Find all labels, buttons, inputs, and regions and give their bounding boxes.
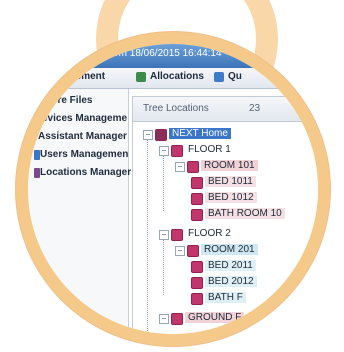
collapse-icon[interactable]: − — [175, 246, 185, 256]
panel-header: Tree Locations 23 — [133, 97, 318, 122]
sidebar-item-files[interactable]: rvre Files — [48, 95, 92, 106]
bed-icon — [191, 261, 203, 273]
room-icon — [187, 161, 199, 173]
magnifier-lens: alarm 18/06/2015 16:44:14 - 1 Management… — [16, 32, 330, 346]
collapse-icon[interactable]: − — [159, 230, 169, 240]
tree-node-label: BED 1011 — [205, 176, 256, 187]
sidebar-item-assistant[interactable]: Assistant Manager — [38, 131, 127, 142]
collapse-icon[interactable]: − — [159, 146, 169, 156]
sidebar-item-label: rvre Files — [48, 95, 93, 106]
locations-count: 23 — [249, 103, 261, 114]
collapse-icon[interactable]: − — [159, 314, 169, 324]
tree-node-label: BED 2011 — [205, 260, 256, 271]
users-icon — [34, 150, 40, 160]
sidebar-item-label: Assistant Manager — [38, 131, 127, 142]
sidebar-item-label: Users Managemen — [40, 149, 129, 160]
tree-node-label: FLOOR 2 — [188, 228, 231, 239]
tree-node-label: BATH F — [205, 292, 246, 303]
bed-icon — [191, 277, 203, 289]
tree-guide-line — [147, 135, 148, 331]
tree-node-label: ROOM 101 — [201, 160, 258, 171]
tree-node-label: ROOM 201 — [201, 244, 258, 255]
tree-node-label: BED 1012 — [205, 192, 257, 203]
sidebar-item-locations[interactable]: Locations Manager — [34, 167, 132, 178]
bed-icon — [191, 193, 203, 205]
sidebar: rvre Files evices Manageme Assistant Man… — [28, 89, 132, 334]
tree-guide-line — [163, 155, 164, 211]
locations-icon — [34, 168, 40, 178]
panel-title: Tree Locations — [143, 103, 209, 114]
tree-locations-panel: Tree Locations 23 − NEXT Home − FLOOR 1 … — [132, 96, 318, 334]
toolbar-management[interactable]: Management — [44, 71, 105, 82]
floor-icon — [171, 313, 183, 325]
bath-icon — [191, 293, 203, 305]
window-titlebar: alarm 18/06/2015 16:44:14 - 1 — [28, 44, 318, 68]
sidebar-item-label: evices Manageme — [42, 113, 128, 124]
sidebar-item-label: Locations Manager — [40, 167, 132, 178]
tree-node-label: NEXT Home — [169, 128, 231, 139]
magnified-screenshot: alarm 18/06/2015 16:44:14 - 1 Management… — [28, 44, 318, 334]
stage: alarm 18/06/2015 16:44:14 - 1 Management… — [0, 0, 344, 352]
room-icon — [187, 245, 199, 257]
floor-icon — [171, 145, 183, 157]
allocations-icon — [136, 72, 146, 82]
toolbar-allocations[interactable]: Allocations — [150, 71, 204, 82]
window-title: alarm 18/06/2015 16:44:14 - 1 — [102, 48, 236, 59]
bath-icon — [191, 209, 203, 221]
floor-icon — [171, 229, 183, 241]
sidebar-item-devices[interactable]: evices Manageme — [42, 113, 127, 124]
collapse-icon[interactable]: − — [143, 130, 153, 140]
tree-node-label: BATH ROOM 10 — [205, 208, 285, 219]
sidebar-item-users[interactable]: Users Managemen — [34, 149, 129, 160]
toolbar: Management Allocations Qu — [28, 68, 318, 89]
home-location-icon — [155, 129, 167, 141]
toolbar-queue[interactable]: Qu — [228, 71, 242, 82]
tree-guide-line — [163, 239, 164, 295]
bed-icon — [191, 177, 203, 189]
tree-node-label: GROUND F — [185, 312, 245, 323]
collapse-icon[interactable]: − — [175, 162, 185, 172]
tree-node-label: FLOOR 1 — [188, 144, 231, 155]
queue-icon — [214, 72, 224, 82]
app-window: alarm 18/06/2015 16:44:14 - 1 Management… — [28, 44, 318, 334]
tree-node-label: BED 2012 — [205, 276, 257, 287]
